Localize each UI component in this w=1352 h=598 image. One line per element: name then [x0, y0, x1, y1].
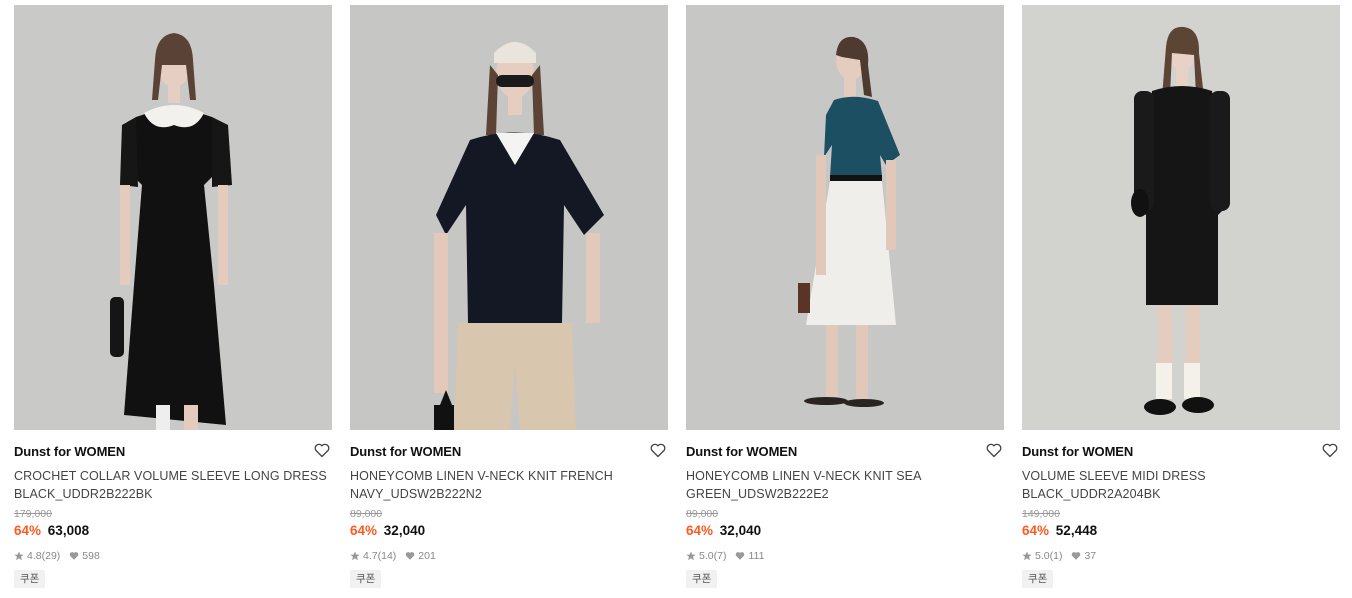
sale-price-line: 64% 52,448 [1022, 522, 1340, 540]
product-name-line1: CROCHET COLLAR VOLUME SLEEVE LONG DRESS [14, 469, 327, 483]
product-name-line1: HONEYCOMB LINEN V-NECK KNIT FRENCH [350, 469, 613, 483]
heart-outline-icon[interactable] [314, 443, 330, 458]
original-price: 89,000 [686, 508, 719, 520]
coupon-badge: 쿠폰 [350, 570, 382, 588]
like-count: 201 [418, 550, 436, 562]
product-name-line2: BLACK_UDDR2B222BK [14, 487, 153, 501]
brand-name[interactable]: Dunst for WOMEN [686, 444, 1004, 460]
product-name-line1: VOLUME SLEEVE MIDI DRESS BLACK_UDDR2A204… [1022, 469, 1206, 501]
product-stats: 4.8 (29) 598 [14, 549, 332, 563]
like-count: 111 [748, 550, 765, 562]
original-price: 179,000 [14, 508, 52, 520]
sale-price-line: 64% 32,040 [350, 522, 668, 540]
like-count: 37 [1084, 550, 1097, 562]
heart-outline-icon[interactable] [1322, 443, 1338, 458]
heart-filled-icon [70, 552, 79, 560]
product-card[interactable]: Dunst for WOMEN HONEYCOMB LINEN V-NECK K… [686, 5, 1004, 588]
star-icon [1022, 551, 1032, 561]
coupon-badge: 쿠폰 [1022, 570, 1054, 588]
heart-outline-icon[interactable] [650, 443, 666, 458]
product-meta: Dunst for WOMEN HONEYCOMB LINEN V-NECK K… [350, 430, 668, 588]
sale-price-line: 64% 32,040 [686, 522, 1004, 540]
product-stats: 5.0 (7) 111 [686, 549, 1004, 563]
star-icon [14, 551, 24, 561]
rating-value: 4.8 [27, 550, 42, 562]
product-meta: Dunst for WOMEN CROCHET COLLAR VOLUME SL… [14, 430, 332, 588]
brand-name[interactable]: Dunst for WOMEN [1022, 444, 1340, 460]
sale-price: 63,008 [47, 523, 90, 538]
product-image[interactable] [14, 5, 332, 430]
review-count: (29) [41, 550, 61, 562]
discount-rate: 64% [14, 523, 42, 538]
original-price: 89,000 [350, 508, 383, 520]
product-name[interactable]: CROCHET COLLAR VOLUME SLEEVE LONG DRESS … [14, 467, 332, 503]
sale-price: 32,040 [383, 523, 426, 538]
coupon-badge: 쿠폰 [686, 570, 718, 588]
review-count: (7) [713, 550, 727, 562]
product-name[interactable]: VOLUME SLEEVE MIDI DRESS BLACK_UDDR2A204… [1022, 467, 1340, 503]
product-card[interactable]: Dunst for WOMEN VOLUME SLEEVE MIDI DRESS… [1022, 5, 1340, 588]
rating-value: 4.7 [363, 550, 378, 562]
sale-price-line: 64% 63,008 [14, 522, 332, 540]
product-name-line1: HONEYCOMB LINEN V-NECK KNIT SEA [686, 469, 922, 483]
rating-value: 5.0 [699, 550, 714, 562]
heart-filled-icon [1072, 552, 1081, 560]
product-image[interactable] [686, 5, 1004, 430]
discount-rate: 64% [686, 523, 714, 538]
star-icon [350, 551, 360, 561]
heart-filled-icon [406, 552, 415, 560]
review-count: (14) [377, 550, 397, 562]
sale-price: 32,040 [719, 523, 762, 538]
product-meta: Dunst for WOMEN VOLUME SLEEVE MIDI DRESS… [1022, 430, 1340, 588]
product-card[interactable]: Dunst for WOMEN CROCHET COLLAR VOLUME SL… [14, 5, 332, 588]
product-name-line2: NAVY_UDSW2B222N2 [350, 487, 482, 501]
heart-outline-icon[interactable] [986, 443, 1002, 458]
review-count: (1) [1049, 550, 1063, 562]
product-name[interactable]: HONEYCOMB LINEN V-NECK KNIT FRENCH NAVY_… [350, 467, 668, 503]
star-icon [686, 551, 696, 561]
product-image[interactable] [350, 5, 668, 430]
coupon-badge: 쿠폰 [14, 570, 46, 588]
product-meta: Dunst for WOMEN HONEYCOMB LINEN V-NECK K… [686, 430, 1004, 588]
rating-value: 5.0 [1035, 550, 1050, 562]
product-card[interactable]: Dunst for WOMEN HONEYCOMB LINEN V-NECK K… [350, 5, 668, 588]
original-price: 149,000 [1022, 508, 1060, 520]
like-count: 598 [82, 550, 100, 562]
discount-rate: 64% [1022, 523, 1050, 538]
product-grid: Dunst for WOMEN CROCHET COLLAR VOLUME SL… [14, 5, 1340, 588]
brand-name[interactable]: Dunst for WOMEN [350, 444, 668, 460]
product-stats: 5.0 (1) 37 [1022, 549, 1340, 563]
heart-filled-icon [736, 552, 745, 560]
product-name-line2: GREEN_UDSW2B222E2 [686, 487, 829, 501]
discount-rate: 64% [350, 523, 378, 538]
brand-name[interactable]: Dunst for WOMEN [14, 444, 332, 460]
product-name[interactable]: HONEYCOMB LINEN V-NECK KNIT SEA GREEN_UD… [686, 467, 1004, 503]
sale-price: 52,448 [1055, 523, 1098, 538]
product-image[interactable] [1022, 5, 1340, 430]
product-stats: 4.7 (14) 201 [350, 549, 668, 563]
